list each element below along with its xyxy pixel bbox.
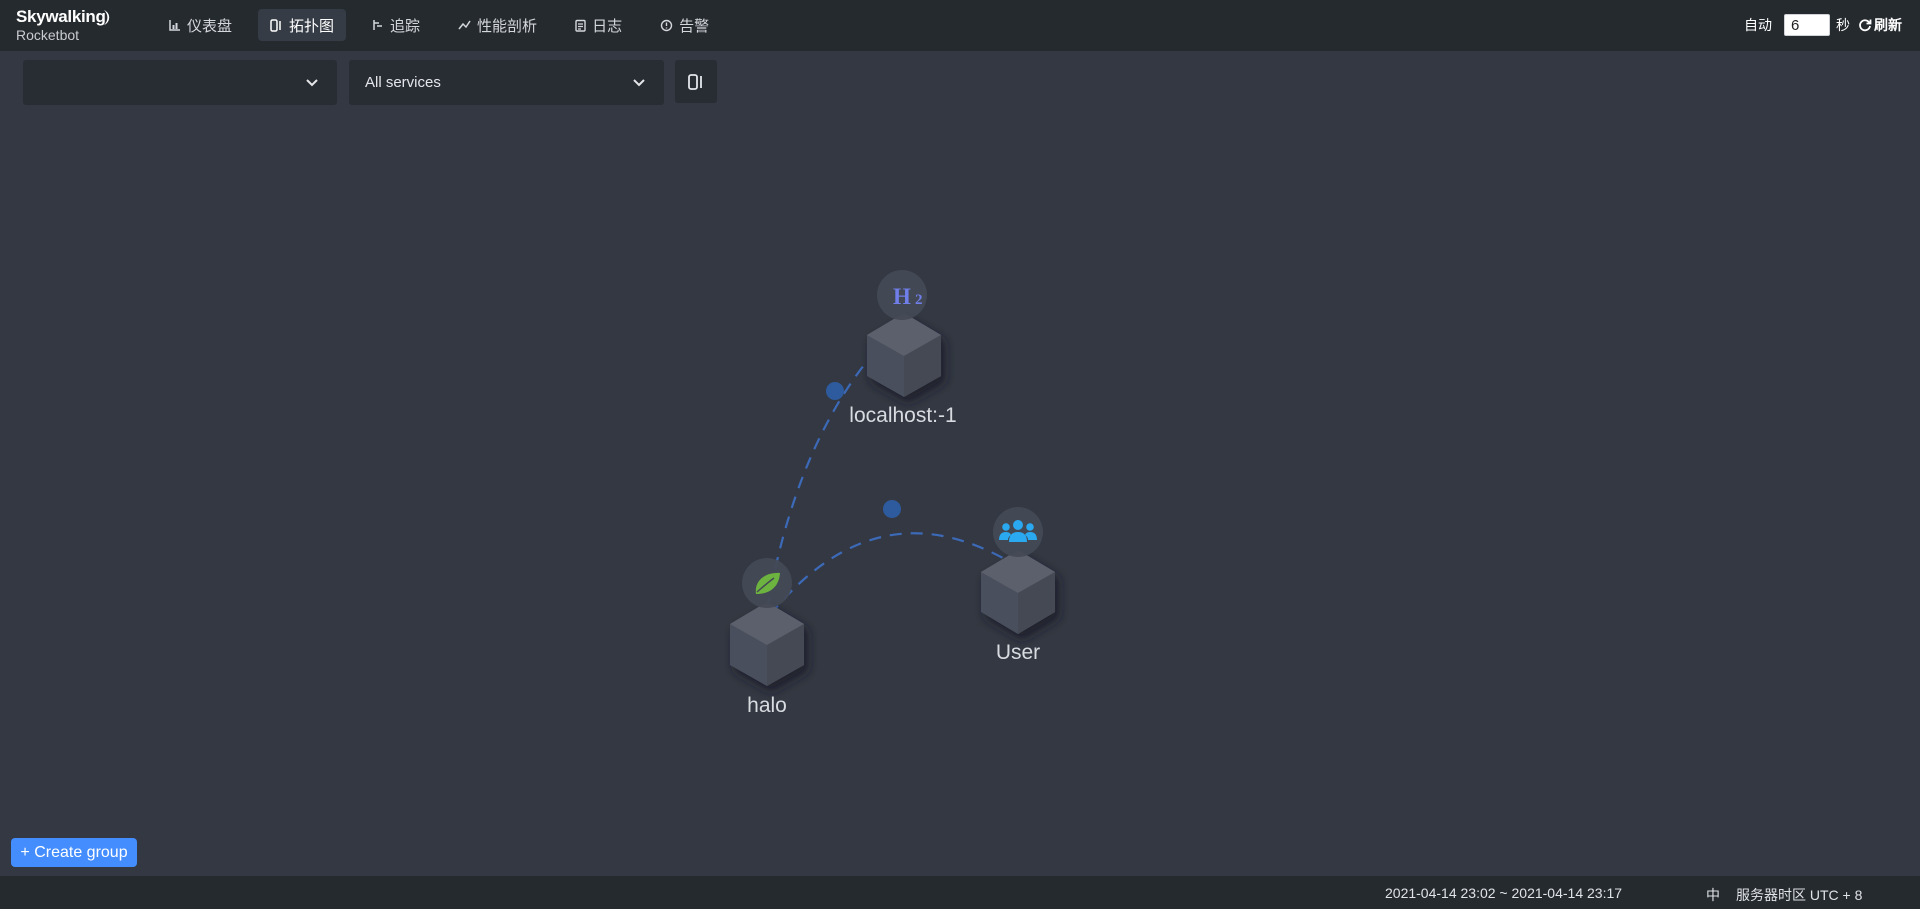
nav-topology[interactable]: 拓扑图 xyxy=(258,9,347,41)
chevron-down-icon xyxy=(306,79,318,87)
nav-label: 告警 xyxy=(679,17,710,35)
nav-dashboard[interactable]: 仪表盘 xyxy=(157,9,244,41)
refresh-icon xyxy=(1859,19,1872,32)
nav-profile[interactable]: 性能剖析 xyxy=(446,9,549,41)
auto-label: 自动 xyxy=(1744,17,1772,33)
h2-icon: H xyxy=(893,284,911,309)
refresh-label: 刷新 xyxy=(1874,17,1902,33)
nav-trace[interactable]: 追踪 xyxy=(360,9,432,41)
chevron-down-icon xyxy=(633,79,645,87)
footer-bar: 2021-04-14 23:02 ~ 2021-04-14 23:17 中 服务… xyxy=(0,876,1920,909)
svg-text:2: 2 xyxy=(915,292,923,308)
alarm-icon xyxy=(660,19,673,31)
profile-icon xyxy=(458,20,471,30)
nav-log[interactable]: 日志 xyxy=(563,9,634,41)
log-icon xyxy=(575,19,586,32)
service-select[interactable]: All services xyxy=(349,60,664,105)
topology-icon xyxy=(688,73,702,90)
top-header: Skywalking Rocketbot 仪表盘 拓扑图 追踪 性能剖析 日志 xyxy=(0,0,1920,51)
logo-arc-icon xyxy=(104,10,110,25)
topology-canvas[interactable]: H 2 localhost:-1 halo User xyxy=(0,0,1920,909)
dashboard-icon xyxy=(169,20,180,31)
server-timezone: 服务器时区 UTC + 8 xyxy=(1736,887,1863,903)
seconds-label: 秒 xyxy=(1836,17,1850,33)
topology-layout-button[interactable] xyxy=(675,60,717,103)
refresh-interval-input[interactable] xyxy=(1784,14,1830,36)
time-range[interactable]: 2021-04-14 23:02 ~ 2021-04-14 23:17 xyxy=(1385,885,1622,901)
service-select-value: All services xyxy=(365,74,441,91)
language-toggle[interactable]: 中 xyxy=(1706,885,1720,905)
brand-logo[interactable]: Skywalking Rocketbot xyxy=(16,8,126,48)
auto-refresh-controls: 自动 秒 刷新 xyxy=(1744,12,1902,38)
topology-node-user[interactable]: User xyxy=(981,507,1055,664)
topology-node-halo[interactable]: halo xyxy=(730,558,804,717)
trace-icon xyxy=(373,20,383,30)
topology-icon xyxy=(270,18,281,32)
nav-label: 日志 xyxy=(592,17,623,35)
brand-sub: Rocketbot xyxy=(16,27,80,43)
nav-label: 拓扑图 xyxy=(289,17,335,35)
create-group-label: + Create group xyxy=(20,843,128,861)
edge-midpoint-dot[interactable] xyxy=(883,500,901,518)
refresh-button[interactable]: 刷新 xyxy=(1858,15,1902,35)
main-nav: 仪表盘 拓扑图 追踪 性能剖析 日志 告警 xyxy=(157,9,735,41)
create-group-button[interactable]: + Create group xyxy=(11,838,137,867)
edge-midpoint-dot[interactable] xyxy=(826,382,844,400)
node-label: halo xyxy=(747,694,787,717)
group-select[interactable] xyxy=(23,60,337,105)
nav-label: 性能剖析 xyxy=(477,17,538,35)
nav-label: 追踪 xyxy=(390,17,421,35)
nav-label: 仪表盘 xyxy=(187,17,233,35)
topology-node-localhost[interactable]: H 2 localhost:-1 xyxy=(849,270,957,427)
node-label: localhost:-1 xyxy=(849,404,956,427)
node-label: User xyxy=(996,641,1040,664)
nav-alarm[interactable]: 告警 xyxy=(648,9,721,41)
